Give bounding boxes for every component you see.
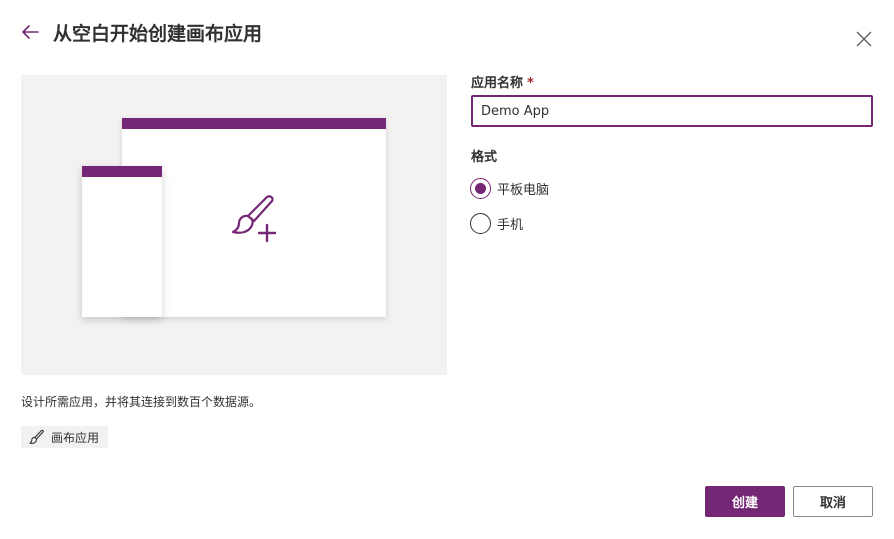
canvas-app-tag: 画布应用 xyxy=(21,426,109,448)
preview-illustration xyxy=(21,75,447,375)
app-name-input[interactable] xyxy=(471,95,873,127)
brush-plus-icon xyxy=(231,195,277,243)
phone-window-illustration xyxy=(82,166,162,317)
app-name-label: 应用名称 * xyxy=(471,72,534,91)
app-name-label-text: 应用名称 xyxy=(471,76,524,91)
cancel-button[interactable]: 取消 xyxy=(793,486,873,517)
close-button[interactable] xyxy=(853,28,875,50)
radio-selected-dot xyxy=(475,183,486,194)
format-option-tablet-label: 平板电脑 xyxy=(497,183,550,198)
format-option-tablet[interactable]: 平板电脑 xyxy=(470,178,549,199)
description-text: 设计所需应用，并将其连接到数百个数据源。 xyxy=(21,395,262,409)
radio-tablet[interactable] xyxy=(470,178,491,199)
brush-icon xyxy=(29,429,44,444)
tablet-window-titlebar xyxy=(122,118,386,129)
tag-label: 画布应用 xyxy=(51,430,100,445)
create-button[interactable]: 创建 xyxy=(705,486,785,517)
phone-window-titlebar xyxy=(82,166,162,177)
page-title: 从空白开始创建画布应用 xyxy=(53,23,263,45)
back-button[interactable] xyxy=(18,20,42,44)
required-indicator: * xyxy=(527,76,534,91)
format-option-phone-label: 手机 xyxy=(497,218,524,233)
radio-phone[interactable] xyxy=(470,213,491,234)
format-label: 格式 xyxy=(471,150,498,165)
close-icon xyxy=(856,31,872,47)
arrow-left-icon xyxy=(22,25,39,39)
format-option-phone[interactable]: 手机 xyxy=(470,213,523,234)
